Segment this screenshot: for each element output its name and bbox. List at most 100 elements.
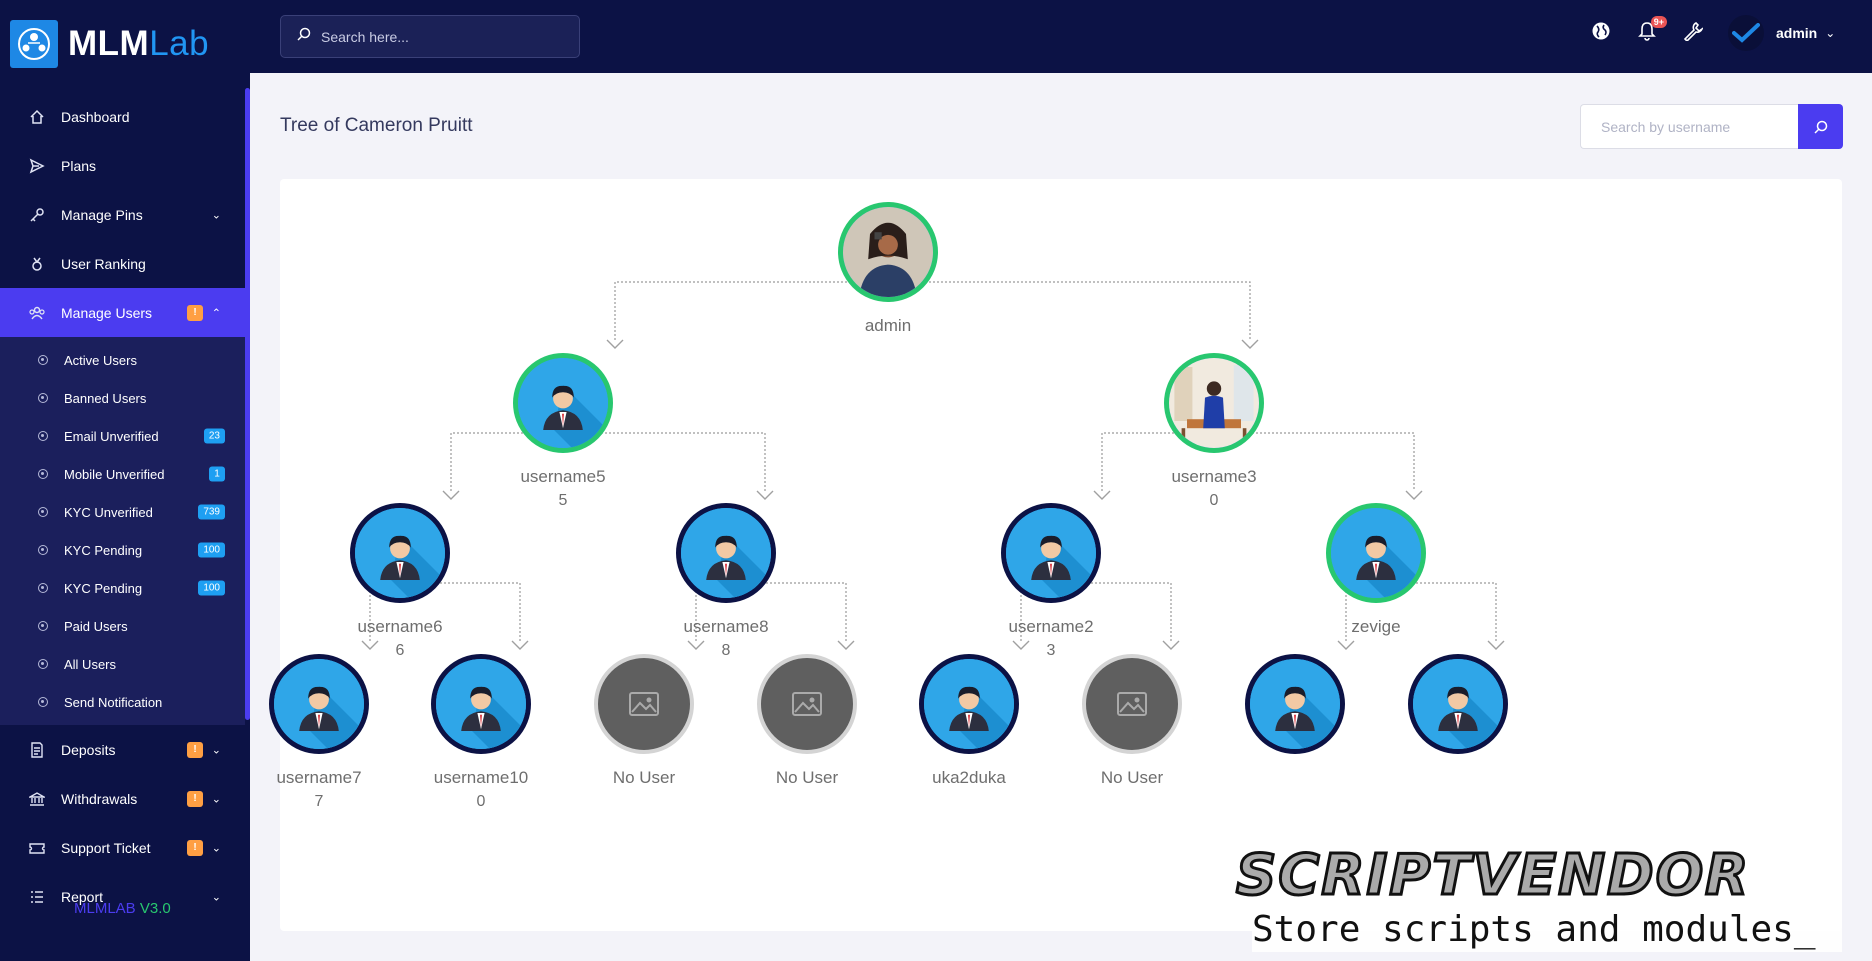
user-avatar[interactable] bbox=[919, 654, 1019, 754]
wrench-icon[interactable] bbox=[1682, 20, 1704, 42]
global-search[interactable] bbox=[280, 15, 580, 58]
tree-node[interactable]: username5 5 bbox=[463, 353, 663, 510]
chevron-down-icon bbox=[1162, 640, 1180, 650]
topbar: 9+ admin ⌄ bbox=[250, 0, 1872, 73]
user-avatar-icon bbox=[436, 659, 526, 749]
node-username: zevige bbox=[1351, 617, 1401, 636]
user-avatar[interactable] bbox=[1326, 503, 1426, 603]
user-avatar[interactable] bbox=[269, 654, 369, 754]
node-username: username5 bbox=[520, 467, 606, 486]
tree-node[interactable] bbox=[1358, 654, 1558, 754]
sidebar-item-label: Withdrawals bbox=[61, 790, 138, 807]
user-avatar-icon bbox=[518, 358, 608, 448]
empty-slot-avatar bbox=[757, 654, 857, 754]
user-avatar[interactable] bbox=[350, 503, 450, 603]
submenu-item-all-users[interactable]: All Users bbox=[0, 645, 245, 683]
username-search bbox=[1580, 104, 1843, 149]
user-avatar[interactable] bbox=[431, 654, 531, 754]
user-avatar[interactable] bbox=[1408, 654, 1508, 754]
tree-node[interactable]: username8 8 bbox=[626, 503, 826, 660]
chevron-down-icon bbox=[511, 640, 529, 650]
sidebar-item-manage-pins[interactable]: Manage Pins ⌄ bbox=[0, 190, 245, 239]
bank-icon bbox=[28, 790, 46, 808]
sidebar-item-label: Manage Users bbox=[61, 304, 153, 321]
tree-card: admin username5 5 username3 0 username6 6 usern… bbox=[269, 179, 1842, 931]
submenu-item-banned-users[interactable]: Banned Users bbox=[0, 379, 245, 417]
node-id: 0 bbox=[476, 793, 486, 810]
sidebar-item-label: Support Ticket bbox=[61, 839, 151, 856]
submenu-item-send-notification[interactable]: Send Notification bbox=[0, 683, 245, 721]
submenu-item-mobile-unverified[interactable]: Mobile Unverified 1 bbox=[0, 455, 245, 493]
globe-icon[interactable] bbox=[1590, 20, 1612, 42]
circle-dot-icon bbox=[38, 583, 48, 593]
sidebar-scrollbar[interactable] bbox=[245, 88, 250, 720]
circle-dot-icon bbox=[38, 431, 48, 441]
user-photo bbox=[843, 207, 933, 297]
user-avatar[interactable] bbox=[676, 503, 776, 603]
warning-badge: ! bbox=[187, 839, 203, 856]
user-avatar[interactable] bbox=[1245, 654, 1345, 754]
tree-node[interactable]: username3 0 bbox=[1114, 353, 1314, 510]
users-icon bbox=[28, 304, 46, 322]
user-avatar-icon bbox=[1250, 659, 1340, 749]
search-icon bbox=[297, 27, 311, 46]
warning-badge: ! bbox=[187, 304, 203, 321]
chevron-up-icon: ⌃ bbox=[211, 307, 221, 319]
count-badge: 739 bbox=[198, 504, 225, 520]
user-avatar[interactable] bbox=[1164, 353, 1264, 453]
sidebar-item-manage-users[interactable]: Manage Users ! ⌃ bbox=[0, 288, 245, 337]
medal-icon bbox=[28, 255, 46, 273]
manage-users-submenu: Active Users Banned Users Email Unverifi… bbox=[0, 337, 245, 725]
sidebar-item-label: Plans bbox=[61, 157, 97, 174]
user-avatar-icon bbox=[274, 659, 364, 749]
submenu-item-kyc-pending[interactable]: KYC Pending 100 bbox=[0, 531, 245, 569]
user-avatar[interactable] bbox=[513, 353, 613, 453]
sidebar-item-user-ranking[interactable]: User Ranking bbox=[0, 239, 245, 288]
watermark-title: SCRIPTVENDOR bbox=[1235, 843, 1751, 908]
sidebar-item-support-ticket[interactable]: Support Ticket ! ⌄ bbox=[0, 823, 245, 872]
submenu-item-paid-users[interactable]: Paid Users bbox=[0, 607, 245, 645]
node-username: username2 bbox=[1008, 617, 1094, 636]
sidebar-item-deposits[interactable]: Deposits ! ⌄ bbox=[0, 725, 245, 774]
user-avatar[interactable] bbox=[838, 202, 938, 302]
logo[interactable]: MLMLab bbox=[10, 20, 209, 68]
user-avatar[interactable] bbox=[1001, 503, 1101, 603]
chevron-down-icon bbox=[1487, 640, 1505, 650]
tree-node[interactable]: admin bbox=[788, 202, 988, 336]
tree-node[interactable]: zevige bbox=[1276, 503, 1476, 637]
empty-slot-avatar bbox=[594, 654, 694, 754]
key-icon bbox=[28, 206, 46, 224]
search-button[interactable] bbox=[1798, 104, 1843, 149]
submenu-item-active-users[interactable]: Active Users bbox=[0, 341, 245, 379]
sidebar-item-withdrawals[interactable]: Withdrawals ! ⌄ bbox=[0, 774, 245, 823]
sidebar: MLMLab Dashboard Plans Manage Pins ⌄ Use… bbox=[0, 0, 250, 961]
warning-badge: ! bbox=[187, 741, 203, 758]
submenu-item-email-unverified[interactable]: Email Unverified 23 bbox=[0, 417, 245, 455]
submenu-item-kyc-pending-2[interactable]: KYC Pending 100 bbox=[0, 569, 245, 607]
watermark-tagline: Store scripts and modules_ bbox=[1252, 908, 1842, 952]
version-label: MLMLAB V3.0 bbox=[74, 900, 171, 917]
ticket-icon bbox=[28, 839, 46, 857]
sidebar-nav: Dashboard Plans Manage Pins ⌄ User Ranki… bbox=[0, 92, 245, 921]
chevron-down-icon: ⌄ bbox=[211, 842, 221, 854]
sidebar-item-dashboard[interactable]: Dashboard bbox=[0, 92, 245, 141]
chevron-down-icon: ⌄ bbox=[211, 209, 221, 221]
submenu-item-kyc-unverified[interactable]: KYC Unverified 739 bbox=[0, 493, 245, 531]
admin-menu[interactable]: admin ⌄ bbox=[1728, 15, 1835, 51]
sidebar-item-plans[interactable]: Plans bbox=[0, 141, 245, 190]
tree-node[interactable]: username2 3 bbox=[951, 503, 1151, 660]
home-icon bbox=[28, 108, 46, 126]
circle-dot-icon bbox=[38, 469, 48, 479]
tree-node[interactable]: username6 6 bbox=[300, 503, 500, 660]
image-placeholder-icon bbox=[792, 692, 822, 716]
node-username: admin bbox=[864, 316, 912, 335]
circle-dot-icon bbox=[38, 621, 48, 631]
user-avatar-icon bbox=[681, 508, 771, 598]
user-avatar-icon bbox=[1413, 659, 1503, 749]
send-icon bbox=[28, 157, 46, 175]
bell-icon[interactable]: 9+ bbox=[1636, 16, 1667, 42]
logo-text: MLMLab bbox=[68, 24, 210, 63]
search-input[interactable] bbox=[321, 28, 561, 45]
username-search-input[interactable] bbox=[1580, 104, 1798, 149]
user-avatar-icon bbox=[355, 508, 445, 598]
